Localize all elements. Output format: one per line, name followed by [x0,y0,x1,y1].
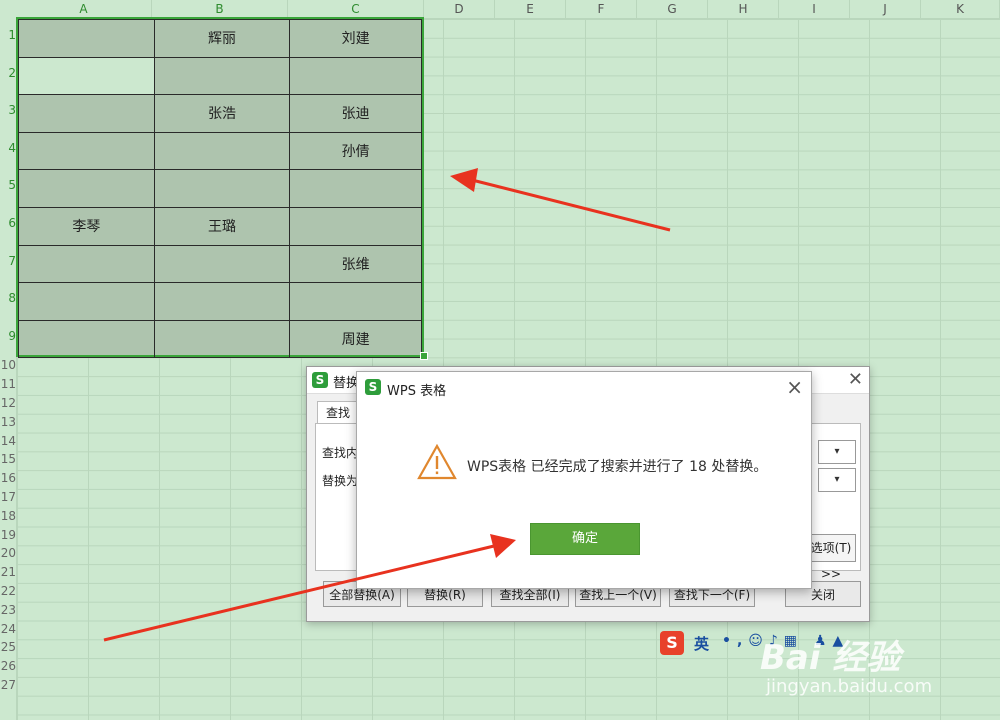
row-header-12[interactable]: 12 [0,396,16,410]
cell-a7[interactable] [18,244,155,284]
cell-a3[interactable] [18,94,155,133]
row-header-10[interactable]: 10 [0,358,16,372]
watermark-url: jingyan.baidu.com [766,676,933,697]
cell-c7[interactable]: 张维 [289,244,422,284]
table-row: 周建 [18,319,422,359]
row-header-2[interactable]: 2 [0,66,16,80]
cell-a8[interactable] [18,282,155,321]
row-header-19[interactable]: 19 [0,528,16,542]
close-icon[interactable]: ✕ [848,369,863,390]
row-header-17[interactable]: 17 [0,490,16,504]
replace-input-dropdown[interactable]: ▾ [818,468,856,492]
message-box: S WPS 表格 × WPS表格 已经完成了搜索并进行了 18 处替换。 确定 [356,371,812,589]
row-header-21[interactable]: 21 [0,565,16,579]
cell-b5[interactable] [153,169,291,208]
column-header-g[interactable]: G [637,0,708,18]
row-header-14[interactable]: 14 [0,434,16,448]
row-header-15[interactable]: 15 [0,452,16,466]
cell-c9[interactable]: 周建 [289,319,422,359]
row-header-27[interactable]: 27 [0,678,16,692]
cell-a6[interactable]: 李琴 [18,206,155,246]
cell-b4[interactable] [153,131,291,171]
row-header-1[interactable]: 1 [0,28,16,42]
cell-c6[interactable] [289,206,422,246]
cell-c8[interactable] [289,282,422,321]
baidu-watermark: Bai 经验 [760,638,901,678]
table-row: 辉丽 刘建 [18,19,422,58]
cell-b6[interactable]: 王璐 [153,206,291,246]
ime-language-toggle[interactable]: 英 [694,633,709,654]
cell-b2[interactable] [153,56,291,96]
cell-c5[interactable] [289,169,422,208]
cell-c2[interactable] [289,56,422,96]
cell-b1[interactable]: 辉丽 [153,19,291,58]
column-header-i[interactable]: I [779,0,850,18]
row-header-25[interactable]: 25 [0,640,16,654]
row-header-6[interactable]: 6 [0,216,16,230]
ok-button[interactable]: 确定 [530,523,640,555]
column-header-c[interactable]: C [288,0,424,18]
row-header-bar: 1 2 3 4 5 6 7 8 9 10 11 12 13 14 15 16 17 18 19 20 21 22 23 24 2… [0,18,17,720]
row-header-16[interactable]: 16 [0,471,16,485]
column-header-a[interactable]: A [16,0,152,18]
data-table: 辉丽 刘建张浩 张迪 孙倩李琴 王璐 张维周建 [18,19,422,359]
column-header-j[interactable]: J [850,0,921,18]
table-row [18,282,422,321]
table-row: 张维 [18,244,422,284]
column-header-f[interactable]: F [566,0,637,18]
row-header-5[interactable]: 5 [0,178,16,192]
close-icon[interactable]: × [786,375,803,399]
cell-a4[interactable] [18,131,155,171]
cell-b3[interactable]: 张浩 [153,94,291,133]
selected-range[interactable]: 辉丽 刘建张浩 张迪 孙倩李琴 王璐 张维周建 [16,17,424,359]
find-input-dropdown[interactable]: ▾ [818,440,856,464]
fill-handle[interactable] [420,352,428,360]
row-header-22[interactable]: 22 [0,584,16,598]
cell-a9[interactable] [18,319,155,359]
table-row: 李琴 王璐 [18,206,422,246]
row-header-26[interactable]: 26 [0,659,16,673]
cell-c3[interactable]: 张迪 [289,94,422,133]
table-row: 孙倩 [18,131,422,171]
row-header-9[interactable]: 9 [0,329,16,343]
row-header-23[interactable]: 23 [0,603,16,617]
table-row [18,169,422,208]
row-header-8[interactable]: 8 [0,291,16,305]
message-text: WPS表格 已经完成了搜索并进行了 18 处替换。 [467,459,768,475]
row-header-3[interactable]: 3 [0,103,16,117]
cell-a1[interactable] [18,19,155,58]
row-header-7[interactable]: 7 [0,254,16,268]
row-header-20[interactable]: 20 [0,546,16,560]
cell-b8[interactable] [153,282,291,321]
cell-a5[interactable] [18,169,155,208]
cell-b7[interactable] [153,244,291,284]
sogou-ime-icon[interactable]: S [660,631,684,655]
table-row [18,56,422,96]
row-header-24[interactable]: 24 [0,622,16,636]
row-header-4[interactable]: 4 [0,141,16,155]
wps-logo-icon: S [312,372,328,388]
column-header-h[interactable]: H [708,0,779,18]
cell-b9[interactable] [153,319,291,359]
cell-c1[interactable]: 刘建 [289,19,422,58]
warning-icon [417,444,457,480]
row-header-18[interactable]: 18 [0,509,16,523]
column-header-e[interactable]: E [495,0,566,18]
cell-c4[interactable]: 孙倩 [289,131,422,171]
column-header-b[interactable]: B [152,0,288,18]
column-header-k[interactable]: K [921,0,1000,18]
table-row: 张浩 张迪 [18,94,422,133]
column-header-d[interactable]: D [424,0,495,18]
message-title: WPS 表格 [387,384,447,399]
cell-a2[interactable] [18,56,155,96]
wps-logo-icon: S [365,379,381,395]
row-header-13[interactable]: 13 [0,415,16,429]
options-button[interactable]: 选项(T) >> [806,534,856,581]
row-header-11[interactable]: 11 [0,377,16,391]
